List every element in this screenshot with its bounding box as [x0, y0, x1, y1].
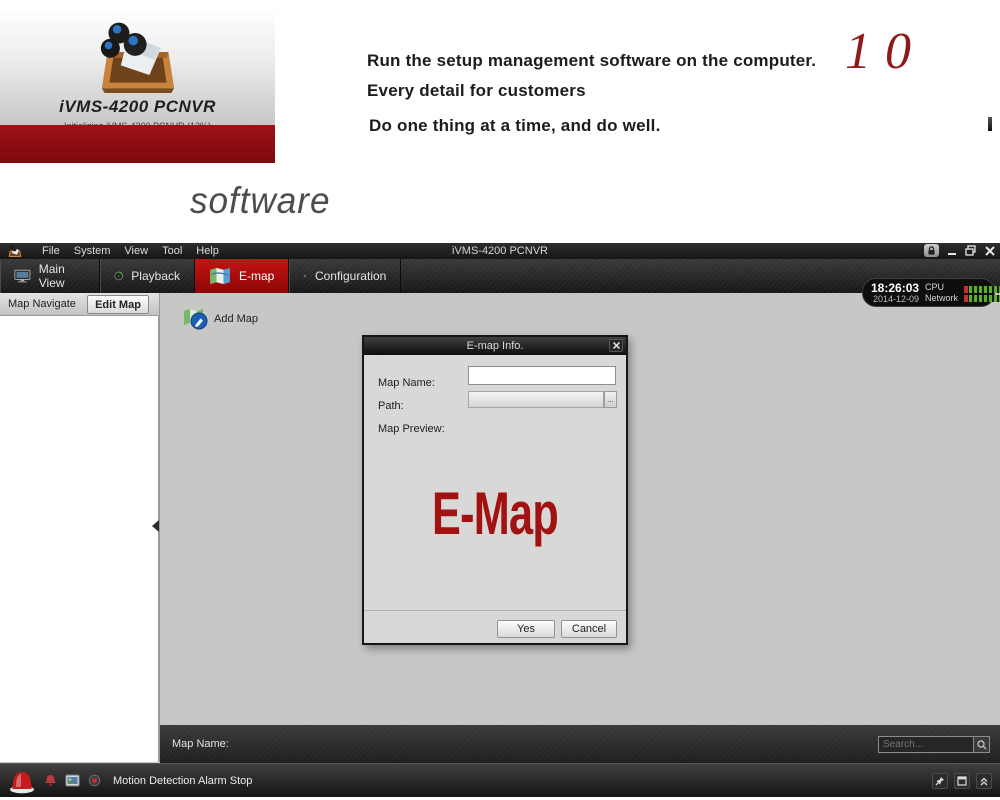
restore-button[interactable]: [964, 244, 977, 257]
clock-date: 2014-12-09: [873, 293, 920, 304]
search-icon: [976, 739, 986, 749]
search-input[interactable]: [879, 737, 973, 752]
tab-emap[interactable]: E-map: [195, 259, 290, 293]
sidebar-tab-map-navigate[interactable]: Map Navigate: [8, 298, 76, 310]
browse-button[interactable]: ...: [604, 391, 617, 408]
map-name-label: Map Name:: [378, 377, 435, 389]
tab-main-view[interactable]: Main View: [0, 259, 100, 293]
dialog-title-bar[interactable]: E-map Info.: [364, 337, 626, 355]
window-title: iVMS-4200 PCNVR: [452, 245, 548, 257]
cancel-button[interactable]: Cancel: [561, 620, 617, 638]
snapshot-icon[interactable]: [65, 774, 80, 787]
page-number: 10: [845, 23, 925, 80]
sidebar-tab-row: Map Navigate Edit Map: [0, 293, 160, 316]
dialog-title: E-map Info.: [466, 340, 524, 352]
search-button[interactable]: [973, 737, 989, 752]
tab-playback[interactable]: Playback: [100, 259, 195, 293]
splash-screen: iVMS-4200 PCNVR Initializing iVMS-4200 P…: [0, 8, 275, 131]
splash-title: iVMS-4200 PCNVR: [59, 97, 216, 116]
close-button[interactable]: [983, 244, 996, 257]
network-meter: [964, 294, 1000, 302]
menu-help[interactable]: Help: [196, 245, 219, 257]
sidebar-tab-edit-map[interactable]: Edit Map: [87, 295, 149, 314]
map-preview-label: Map Preview:: [378, 423, 445, 435]
minimize-button[interactable]: [945, 244, 958, 257]
collapse-icon[interactable]: [976, 772, 992, 789]
app-window: File System View Tool Help iVMS-4200 PCN…: [0, 243, 1000, 797]
tab-configuration[interactable]: Configuration: [289, 259, 402, 293]
software-caption: software: [190, 180, 331, 221]
dialog-close-button[interactable]: [609, 339, 623, 352]
system-status-panel: 18:26:03 2014-12-09 CPU Network: [862, 278, 1000, 307]
menu-view[interactable]: View: [124, 245, 148, 257]
pin-icon[interactable]: [932, 772, 948, 789]
menu-system[interactable]: System: [74, 245, 111, 257]
app-icon: [8, 245, 22, 257]
dialog-button-row: Yes Cancel: [364, 610, 626, 645]
playback-icon: [114, 271, 124, 281]
yes-button[interactable]: Yes: [497, 620, 555, 638]
clock-time: 18:26:03: [871, 280, 920, 295]
add-map-icon: [184, 309, 208, 330]
alarm-siren-icon[interactable]: [8, 767, 36, 794]
alarm-bell-icon[interactable]: [44, 774, 57, 787]
network-label: Network: [925, 292, 959, 303]
float-window-icon[interactable]: [954, 772, 970, 789]
lock-icon[interactable]: [924, 244, 939, 257]
map-preview-placeholder: E-Map: [432, 480, 559, 547]
emap-info-dialog: E-map Info. Map Name: Path: ... Map Prev…: [362, 335, 628, 645]
status-message: Motion Detection Alarm Stop: [113, 774, 253, 787]
alarm-status-bar: Motion Detection Alarm Stop: [0, 763, 1000, 797]
map-name-input[interactable]: [468, 366, 616, 385]
gear-icon: [303, 274, 307, 278]
tab-label: Playback: [131, 269, 180, 283]
header-line-1: Run the setup management software on the…: [367, 51, 817, 70]
menu-file[interactable]: File: [42, 245, 60, 257]
add-map-label: Add Map: [214, 313, 259, 325]
audio-alarm-icon[interactable]: [88, 774, 101, 787]
add-map-button[interactable]: Add Map: [183, 305, 271, 333]
map-tree-panel[interactable]: [0, 316, 160, 762]
toolbar: Main View Playback E-map Configuration 1…: [0, 259, 1000, 307]
path-label: Path:: [378, 400, 404, 412]
splash-red-band: [0, 125, 275, 163]
header-line-2: Every detail for customers: [367, 81, 586, 100]
path-input[interactable]: [468, 391, 604, 408]
menu-bar: File System View Tool Help iVMS-4200 PCN…: [0, 243, 1000, 259]
search-box: [878, 736, 990, 753]
cpu-meter: [964, 285, 1000, 293]
tab-label: Configuration: [314, 269, 387, 283]
app-logo: [100, 22, 174, 94]
sidebar-collapse-handle[interactable]: [152, 520, 159, 532]
tab-label: Main View: [38, 262, 65, 290]
edge-mark: [988, 117, 992, 131]
tab-label: E-map: [239, 269, 275, 283]
menu-tool[interactable]: Tool: [162, 245, 182, 257]
cpu-label: CPU: [925, 281, 945, 292]
close-icon: [612, 342, 620, 349]
header-line-3: Do one thing at a time, and do well.: [369, 116, 661, 135]
monitor-icon: [14, 269, 31, 282]
map-icon: [210, 267, 230, 285]
map-name-bar: Map Name:: [160, 725, 1000, 763]
map-name-bar-label: Map Name:: [172, 738, 229, 750]
